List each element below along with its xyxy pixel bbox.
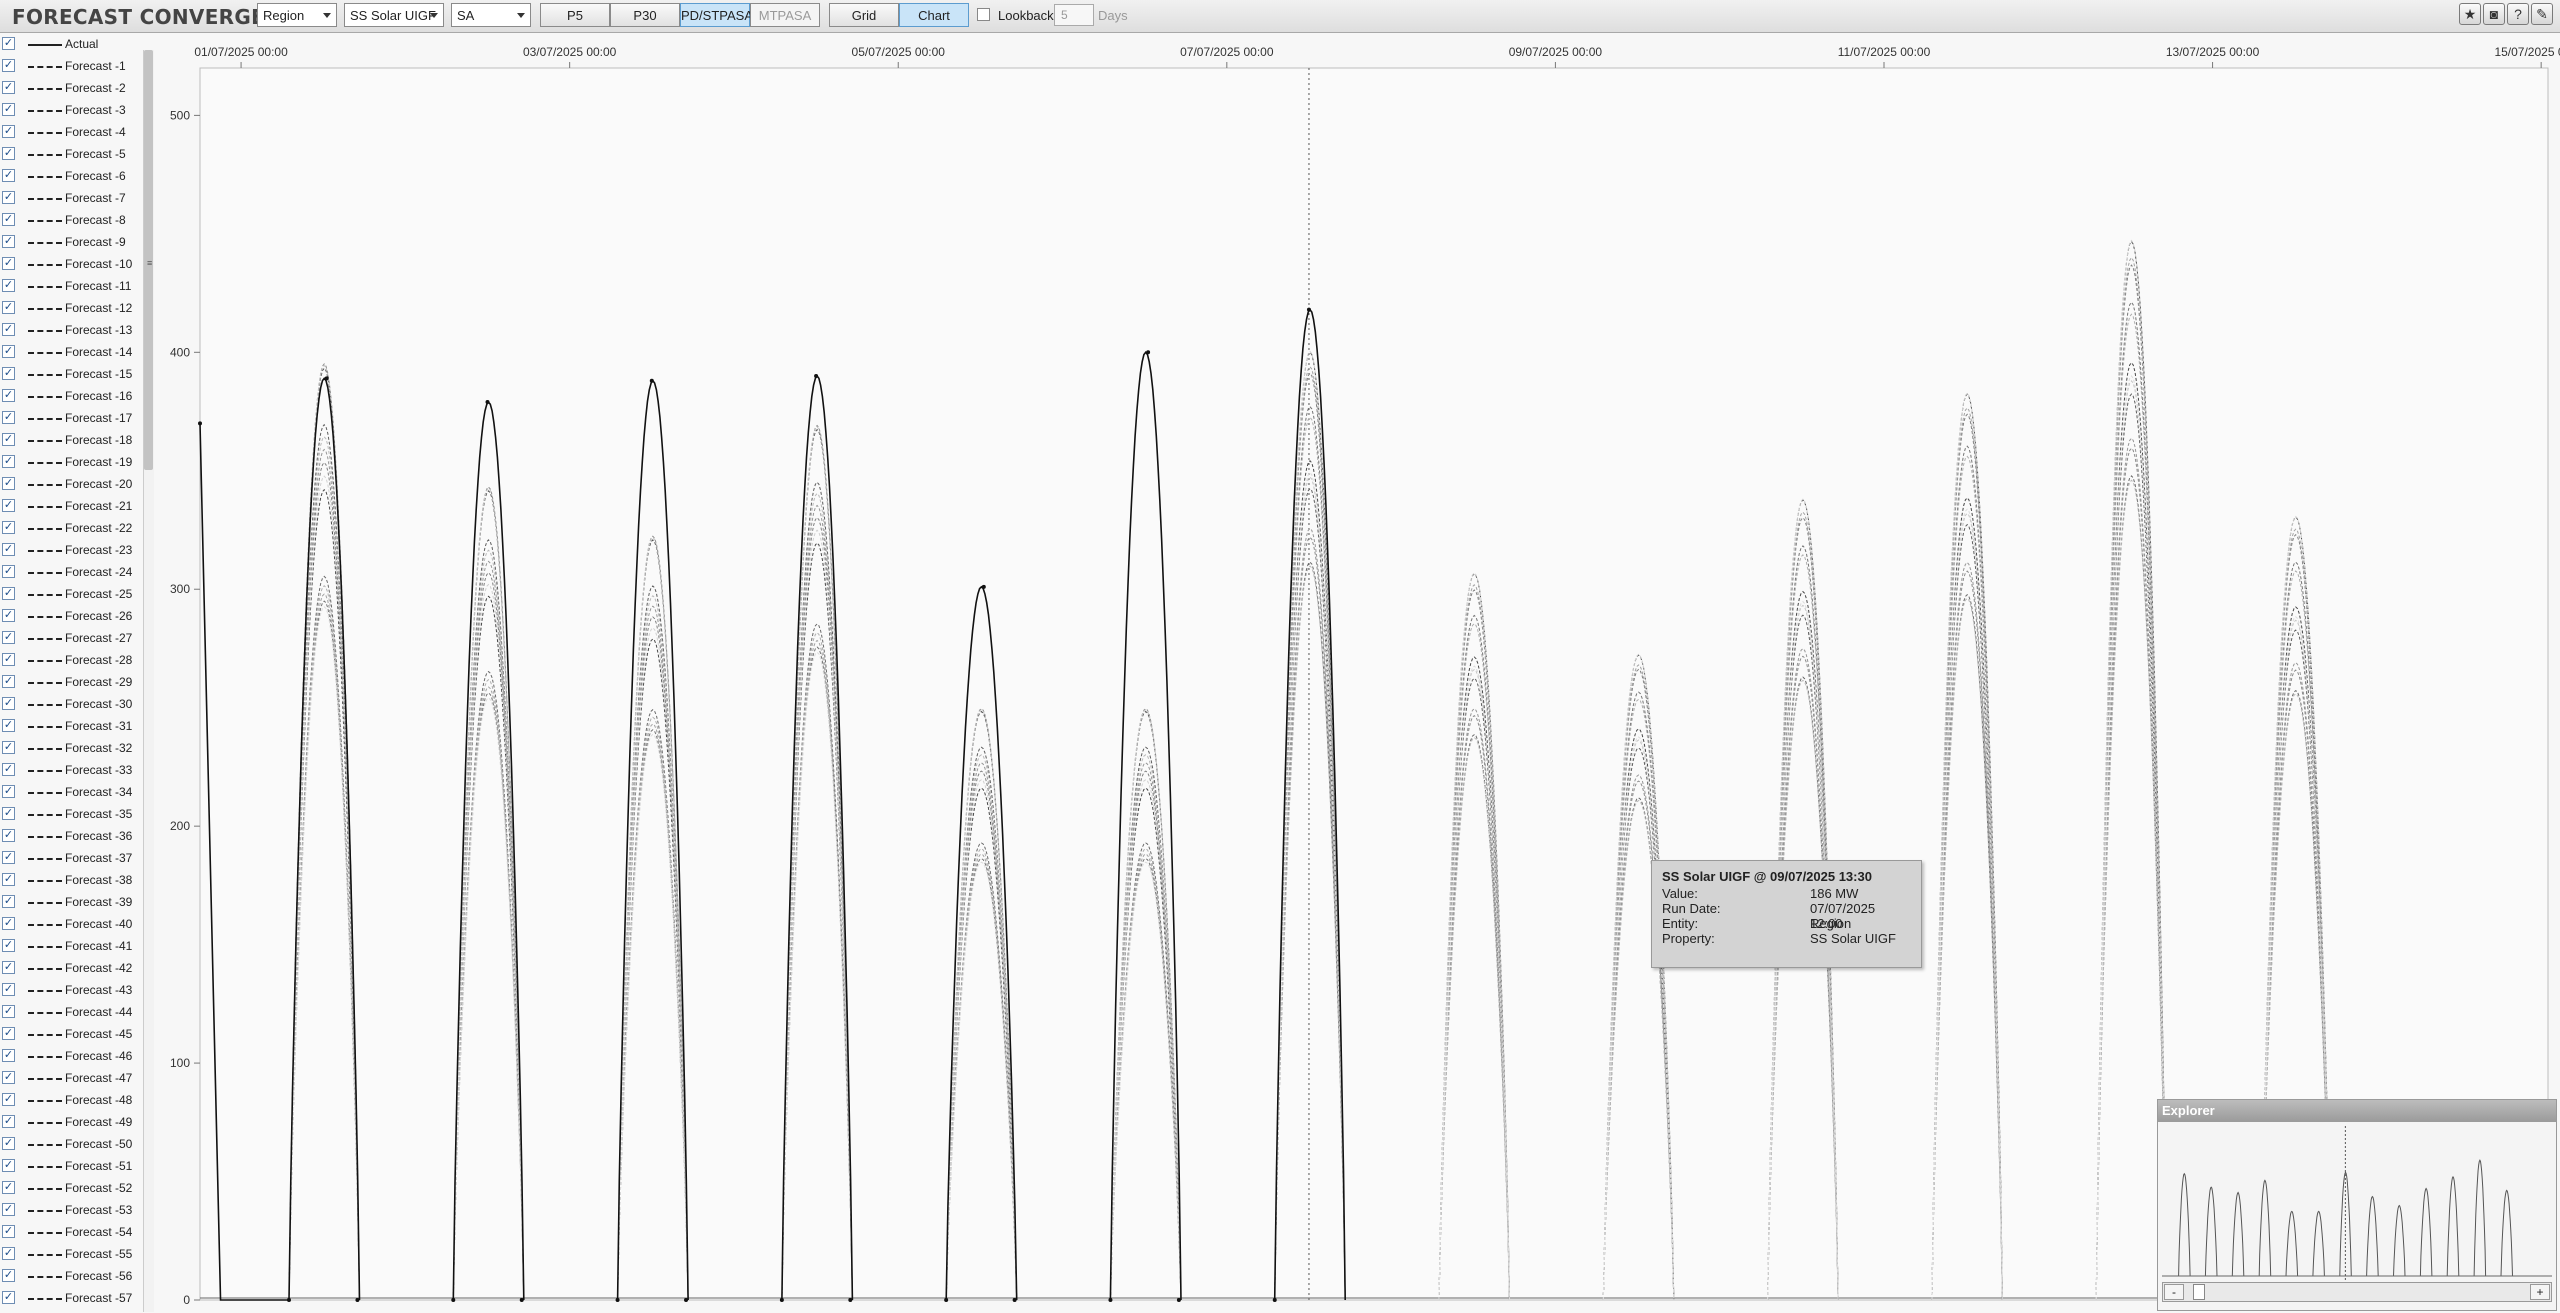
tooltip-row: Entity: Region xyxy=(1662,916,1911,931)
actual-point xyxy=(944,1298,949,1302)
explorer-line xyxy=(2393,1204,2406,1277)
explorer-line xyxy=(2178,1172,2191,1277)
tooltip-row: Value: 186 MW xyxy=(1662,886,1911,901)
actual-point xyxy=(684,1298,689,1302)
x-tick-label: 15/07/2025 00:00 xyxy=(2494,45,2560,59)
actual-point xyxy=(814,374,819,378)
actual-point xyxy=(1108,1298,1113,1302)
explorer-scroll-left-button[interactable]: - xyxy=(2164,1284,2184,1300)
y-tick-label: 200 xyxy=(170,819,190,833)
tooltip-title: SS Solar UIGF @ 09/07/2025 13:30 xyxy=(1662,869,1872,884)
explorer-scroll-thumb[interactable] xyxy=(2193,1284,2205,1300)
actual-point xyxy=(355,1298,360,1302)
explorer-line xyxy=(2419,1187,2433,1277)
explorer-scrollbar[interactable]: - + xyxy=(2162,1282,2552,1302)
explorer-panel[interactable]: Explorer - + xyxy=(2157,1099,2557,1311)
x-tick-label: 05/07/2025 00:00 xyxy=(852,45,946,59)
actual-point xyxy=(848,1298,853,1302)
x-tick-label: 01/07/2025 00:00 xyxy=(194,45,288,59)
tooltip-value: 186 MW xyxy=(1810,886,1859,901)
actual-point xyxy=(485,400,490,405)
actual-point xyxy=(286,1298,291,1302)
actual-point xyxy=(981,584,986,589)
y-tick-label: 0 xyxy=(183,1293,190,1307)
y-tick-label: 400 xyxy=(170,345,190,359)
y-tick-label: 100 xyxy=(170,1056,190,1070)
explorer-line xyxy=(2473,1159,2487,1277)
x-tick-label: 09/07/2025 00:00 xyxy=(1509,45,1603,59)
explorer-scroll-right-button[interactable]: + xyxy=(2530,1284,2550,1300)
actual-point xyxy=(519,1298,524,1302)
explorer-line xyxy=(2312,1210,2325,1277)
tooltip-key: Value: xyxy=(1662,886,1698,901)
explorer-line xyxy=(2231,1191,2245,1277)
actual-point xyxy=(324,376,329,381)
x-tick-label: 11/07/2025 00:00 xyxy=(1838,45,1931,59)
explorer-line xyxy=(2258,1179,2272,1277)
explorer-line xyxy=(2285,1210,2299,1277)
actual-point xyxy=(198,421,202,426)
actual-point xyxy=(1176,1298,1181,1302)
actual-point xyxy=(1146,350,1151,355)
explorer-line xyxy=(2446,1175,2460,1277)
explorer-minimap[interactable] xyxy=(2162,1126,2552,1280)
tooltip-value: SS Solar UIGF xyxy=(1810,931,1896,946)
actual-point xyxy=(1306,307,1311,312)
explorer-line xyxy=(2204,1186,2218,1277)
actual-point xyxy=(649,378,654,383)
explorer-line xyxy=(2500,1189,2513,1277)
actual-point xyxy=(779,1298,784,1302)
x-tick-label: 03/07/2025 00:00 xyxy=(523,45,617,59)
tooltip-key: Entity: xyxy=(1662,916,1699,931)
tooltip-row: Property: SS Solar UIGF xyxy=(1662,931,1911,946)
actual-point xyxy=(615,1298,620,1302)
data-tooltip: SS Solar UIGF @ 09/07/2025 13:30 Value: 1… xyxy=(1651,860,1922,968)
x-tick-label: 13/07/2025 00:00 xyxy=(2166,45,2260,59)
actual-point xyxy=(1012,1298,1017,1302)
tooltip-row: Run Date: 07/07/2025 12:00 xyxy=(1662,901,1911,931)
explorer-title: Explorer xyxy=(2158,1100,2556,1122)
x-tick-label: 07/07/2025 00:00 xyxy=(1180,45,1274,59)
tooltip-key: Run Date: xyxy=(1662,901,1721,916)
actual-point xyxy=(451,1298,456,1302)
tooltip-key: Property: xyxy=(1662,931,1715,946)
tooltip-value: Region xyxy=(1810,916,1852,931)
explorer-line xyxy=(2366,1195,2379,1277)
y-tick-label: 300 xyxy=(170,582,190,596)
y-tick-label: 500 xyxy=(170,108,190,122)
actual-point xyxy=(1272,1298,1277,1302)
